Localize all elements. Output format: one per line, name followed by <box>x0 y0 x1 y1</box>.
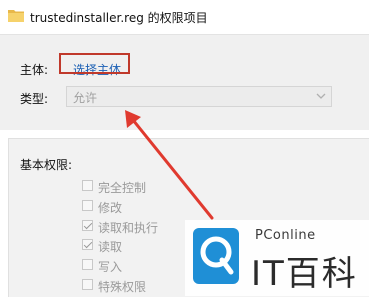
type-label: 类型: <box>20 92 49 106</box>
perm-label: 读取和执行 <box>98 221 159 235</box>
permissions-title: 基本权限: <box>20 158 73 172</box>
highlight-box <box>59 53 130 74</box>
checkbox[interactable] <box>82 279 93 290</box>
perm-label: 特殊权限 <box>98 280 147 294</box>
watermark-big-text: IT百科 <box>251 254 358 294</box>
perm-label: 修改 <box>98 201 123 215</box>
pconline-logo <box>193 228 239 284</box>
checkbox[interactable] <box>82 259 93 270</box>
checkbox[interactable] <box>82 239 93 250</box>
section-divider <box>0 130 369 138</box>
checkbox[interactable] <box>82 200 93 211</box>
chevron-down-icon <box>316 93 326 99</box>
perm-label: 写入 <box>98 260 123 274</box>
type-select[interactable]: 允许 <box>66 86 332 107</box>
perm-label: 完全控制 <box>98 181 147 195</box>
watermark: PConline IT百科 <box>185 220 369 296</box>
watermark-small-text: PConline <box>255 228 316 243</box>
window-titlebar: trustedinstaller.reg 的权限项目 <box>0 0 369 35</box>
type-select-value: 允许 <box>73 91 98 105</box>
owner-type-panel <box>0 35 369 130</box>
owner-label: 主体: <box>20 63 49 77</box>
checkbox[interactable] <box>82 180 93 191</box>
checkbox[interactable] <box>82 220 93 231</box>
window-title: trustedinstaller.reg 的权限项目 <box>30 11 208 25</box>
perm-label: 读取 <box>98 240 123 254</box>
folder-icon <box>8 10 24 22</box>
